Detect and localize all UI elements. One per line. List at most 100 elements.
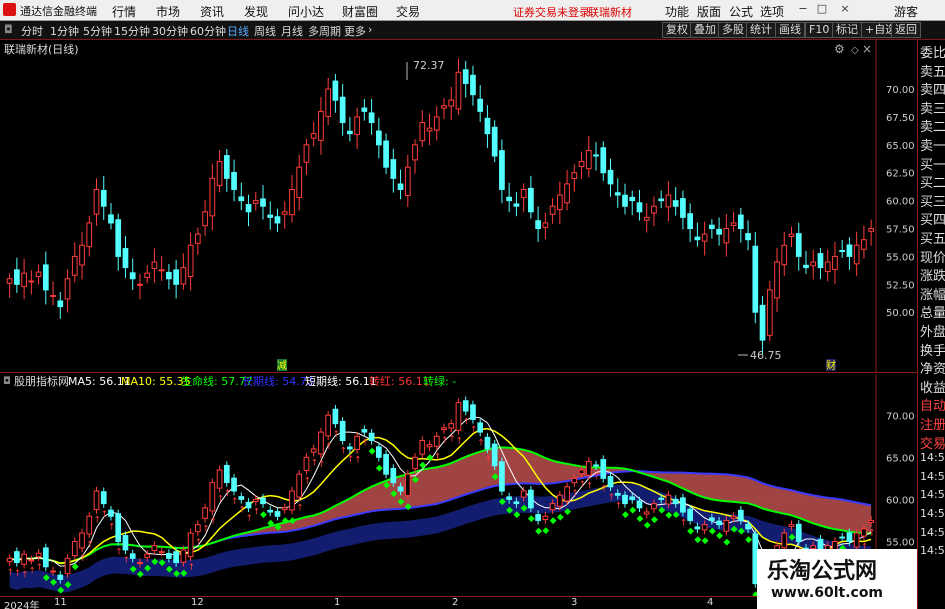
- menu-market[interactable]: 市场: [156, 3, 180, 20]
- menu-formula[interactable]: 公式: [729, 3, 753, 20]
- signal-marker: ↑: [868, 529, 876, 539]
- side-panel-item[interactable]: 交易: [920, 433, 945, 452]
- mark-button[interactable]: 标记: [832, 22, 862, 38]
- period-60min[interactable]: 60分钟: [190, 23, 226, 39]
- side-panel-item[interactable]: 净资: [920, 358, 945, 377]
- candle-body: [752, 245, 759, 313]
- candle-body: [665, 194, 672, 208]
- sub-candle-body: [14, 551, 20, 564]
- side-panel-item[interactable]: 自动: [920, 395, 945, 414]
- sub-candle-body: [868, 519, 874, 524]
- side-panel-item[interactable]: 收益: [920, 377, 945, 396]
- side-panel-item[interactable]: 14:56: [920, 451, 945, 464]
- close-icon[interactable]: ×: [838, 2, 852, 16]
- menu-options[interactable]: 选项: [760, 3, 784, 20]
- side-panel-item[interactable]: 卖四: [920, 79, 945, 98]
- menu-ask[interactable]: 问小达: [288, 3, 324, 20]
- menu-quotes[interactable]: 行情: [112, 3, 136, 20]
- menu-discover[interactable]: 发现: [244, 3, 268, 20]
- candle-body: [144, 272, 151, 278]
- stats-button[interactable]: 统计: [746, 22, 776, 38]
- current-stock-link[interactable]: 联瑞新材: [588, 4, 632, 20]
- period-weekly[interactable]: 周线: [254, 23, 276, 39]
- f10-button[interactable]: F10: [805, 22, 834, 38]
- side-panel-item[interactable]: 卖五: [920, 61, 945, 80]
- side-panel-item[interactable]: 14:56: [920, 526, 945, 539]
- side-panel-item[interactable]: 外盘: [920, 321, 945, 340]
- candle-body: [824, 261, 831, 273]
- side-panel-item[interactable]: 卖三: [920, 98, 945, 117]
- indicator-name[interactable]: 股朋指标网: [14, 374, 69, 388]
- period-monthly[interactable]: 月线: [281, 23, 303, 39]
- period-30min[interactable]: 30分钟: [152, 23, 188, 39]
- period-5min[interactable]: 5分钟: [83, 23, 112, 39]
- side-panel-item[interactable]: 14:56: [920, 544, 945, 557]
- draw-line-button[interactable]: 画线: [775, 22, 805, 38]
- indicator-toggle-icon[interactable]: ◘: [3, 376, 11, 387]
- side-panel-item[interactable]: 委比: [920, 42, 945, 61]
- overlay-button[interactable]: 叠加: [690, 22, 720, 38]
- side-panel-item[interactable]: 买五: [920, 228, 945, 247]
- candle-body: [252, 200, 259, 204]
- side-panel-item[interactable]: 涨跌: [920, 265, 945, 284]
- chart-expand-icon[interactable]: ◇: [851, 45, 859, 56]
- chart-close-icon[interactable]: ×: [862, 42, 872, 56]
- multi-stock-button[interactable]: 多股: [718, 22, 748, 38]
- signal-marker: ◆: [180, 568, 187, 578]
- toolbar-toggle-icon[interactable]: ◘: [4, 23, 13, 36]
- menu-function[interactable]: 功能: [665, 3, 689, 20]
- menu-wealth[interactable]: 财富圈: [342, 3, 378, 20]
- guest-label[interactable]: 游客: [894, 3, 918, 20]
- signal-marker: ↑: [354, 456, 362, 466]
- watermark-title: 乐淘公式网: [767, 559, 878, 584]
- side-panel-item[interactable]: 卖一: [920, 135, 945, 154]
- sub-candle-body: [100, 491, 107, 505]
- minimize-icon[interactable]: −: [796, 2, 810, 16]
- maximize-icon[interactable]: □: [815, 2, 829, 16]
- candle-body: [629, 196, 636, 202]
- side-panel-item[interactable]: 换手: [920, 340, 945, 359]
- sub-candle-body: [571, 477, 578, 484]
- menu-layout[interactable]: 版面: [697, 3, 721, 20]
- side-panel-item[interactable]: 现价: [920, 247, 945, 266]
- login-status-link[interactable]: 证券交易未登录: [513, 4, 590, 20]
- sub-y-tick-label: 70.00: [886, 411, 915, 422]
- menu-trade[interactable]: 交易: [396, 3, 420, 20]
- side-panel-item[interactable]: 总量: [920, 302, 945, 321]
- side-panel-item[interactable]: 注册: [920, 414, 945, 433]
- chart-settings-icon[interactable]: ⚙: [834, 42, 845, 56]
- signal-marker: ◆: [535, 527, 542, 537]
- side-panel-item[interactable]: 涨幅: [920, 284, 945, 303]
- sub-candle-body: [528, 489, 534, 509]
- signal-marker: ↑: [296, 503, 304, 513]
- adjust-button[interactable]: 复权: [662, 22, 692, 38]
- main-kline-chart[interactable]: 70.00 67.50 65.00 62.50 60.00 57.50 55.00 52.50…: [0, 40, 917, 373]
- period-15min[interactable]: 15分钟: [114, 23, 150, 39]
- sub-candle-body: [289, 490, 295, 511]
- sub-candle-body: [564, 486, 570, 502]
- side-panel-item[interactable]: 14:56: [920, 507, 945, 520]
- period-more[interactable]: 更多: [344, 23, 366, 39]
- back-button[interactable]: 返回: [891, 22, 921, 38]
- period-intraday[interactable]: 分时: [21, 23, 43, 39]
- sub-candle-body: [281, 507, 288, 511]
- side-panel-item[interactable]: 卖二: [920, 116, 945, 135]
- side-panel-item[interactable]: 买四: [920, 209, 945, 228]
- y-tick-label: 67.50: [886, 113, 915, 124]
- candle-body: [28, 280, 35, 283]
- side-panel-item[interactable]: 14:56: [920, 470, 945, 483]
- y-tick-label: 65.00: [886, 141, 915, 152]
- period-daily[interactable]: 日线: [227, 23, 249, 39]
- sub-candle-body: [318, 431, 324, 455]
- side-panel-item[interactable]: 买二: [920, 172, 945, 191]
- side-panel-item[interactable]: 买一: [920, 154, 945, 173]
- period-1min[interactable]: 1分钟: [50, 23, 79, 39]
- candle-body: [223, 155, 230, 179]
- side-panel-item[interactable]: 买三: [920, 191, 945, 210]
- period-multi[interactable]: 多周期: [308, 23, 341, 39]
- menu-news[interactable]: 资讯: [200, 3, 224, 20]
- chevron-right-icon[interactable]: ›: [368, 23, 372, 36]
- side-panel-item[interactable]: 14:56: [920, 488, 945, 501]
- signal-marker: ◆: [716, 531, 723, 541]
- candle-body: [50, 294, 56, 297]
